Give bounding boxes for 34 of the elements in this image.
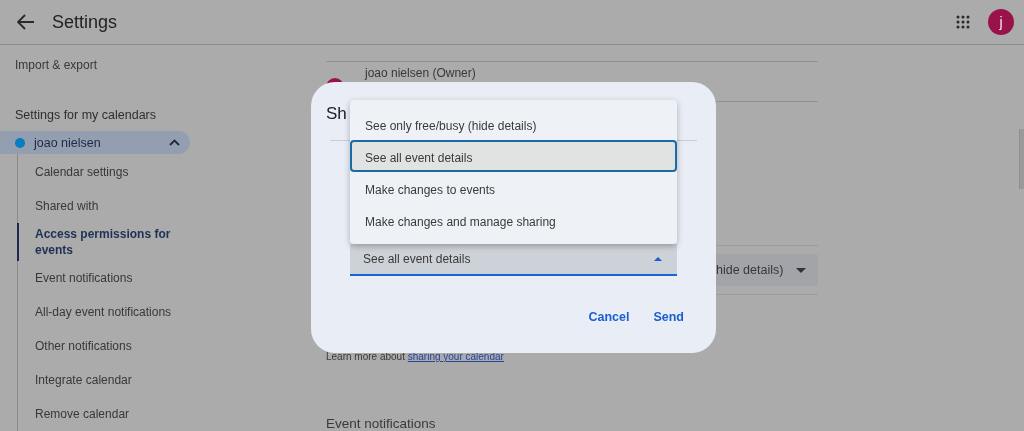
sidebar-subitem[interactable]: All-day event notifications [17,295,195,329]
sidebar-subitem[interactable]: Event notifications [17,261,195,295]
learn-more-text: Learn more about sharing your calendar [326,351,505,362]
section-heading: Event notifications [326,416,437,431]
sidebar-subitem[interactable]: Other notifications [17,329,195,363]
section-title: Settings for my calendars [15,108,157,122]
calendar-name: joao nielsen [34,135,102,150]
calendar-dot [15,137,25,148]
back-arrow-icon[interactable] [17,14,35,30]
dialog-button[interactable]: Cancel [586,306,632,328]
dialog-button[interactable]: Send [651,306,686,328]
permission-select[interactable]: See all event details [350,244,677,276]
sidebar-subitem[interactable]: Integrate calendar [17,363,195,397]
sidebar-item[interactable]: Import & export [15,58,98,72]
dialog-title: Sh [326,104,347,124]
menu-option[interactable]: Make changes and manage sharing [350,204,677,236]
owner-name: joao nielsen (Owner) [365,65,476,80]
sidebar-subitem[interactable]: Calendar settings [17,155,195,189]
sidebar-subitem[interactable]: Remove calendar [17,397,195,431]
scrollbar-thumb[interactable] [1019,129,1024,189]
dropdown-caret-icon [796,267,806,273]
sidebar-subitem[interactable]: Access permissions for events [17,223,195,261]
caret-icon [654,257,662,261]
chevron-icon [169,139,180,146]
apps-grid-icon[interactable] [956,15,970,29]
menu-option[interactable]: See all event details [350,140,677,172]
avatar[interactable]: j [988,9,1014,35]
menu-option[interactable]: Make changes to events [350,172,677,204]
sharing-link[interactable]: sharing your calendar [407,351,504,362]
permission-dropdown[interactable]: hide details) [716,254,818,286]
page-title: Settings [52,11,118,33]
calendar-item[interactable]: joao nielsen [0,131,190,154]
sidebar-subitem[interactable]: Shared with [17,189,195,223]
menu-option[interactable]: See only free/busy (hide details) [350,108,677,140]
